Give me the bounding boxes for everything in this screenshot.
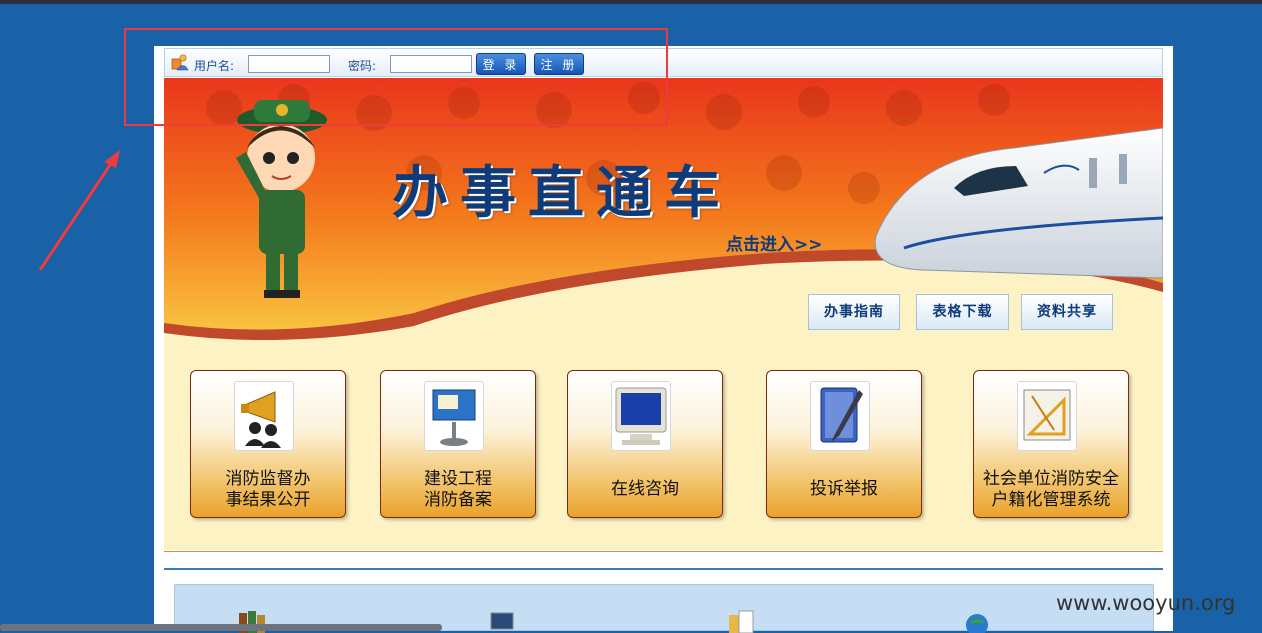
tile-label-line1: 建设工程 (424, 469, 492, 489)
drafting-icon (1017, 381, 1077, 451)
banner-title: 办事直通车 (392, 160, 732, 226)
tile-label-line1: 社会单位消防安全 (983, 469, 1119, 489)
divider (164, 551, 1163, 552)
tile-fire-safety-system[interactable]: 社会单位消防安全 户籍化管理系统 (973, 370, 1129, 518)
annotation-highlight-box (124, 28, 668, 126)
notebook-pen-icon (810, 381, 870, 451)
watermark: www.wooyun.org (1056, 591, 1236, 615)
tile-complaints[interactable]: 投诉举报 (766, 370, 922, 518)
laptop-icon (490, 612, 514, 630)
globe-icon (966, 614, 988, 633)
keynote-icon (424, 381, 484, 451)
quick-link-share[interactable]: 资料共享 (1021, 294, 1113, 330)
window-top-bar (0, 0, 1262, 4)
tile-supervision-results[interactable]: 消防监督办 事结果公开 (190, 370, 346, 518)
tile-label-line1: 在线咨询 (611, 479, 679, 499)
tile-label-line1: 消防监督办 (225, 469, 311, 489)
tile-label-line1: 投诉举报 (810, 479, 878, 499)
quick-link-forms[interactable]: 表格下载 (916, 294, 1009, 330)
tile-online-consult[interactable]: 在线咨询 (567, 370, 723, 518)
enter-link[interactable]: 点击进入>> (726, 230, 823, 255)
megaphone-icon (234, 381, 294, 451)
tile-label-line2: 户籍化管理系统 (991, 490, 1111, 510)
divider (164, 568, 1163, 570)
document-folder-icon (729, 610, 754, 633)
monitor-icon (611, 381, 671, 451)
horizontal-scrollbar[interactable] (0, 624, 442, 631)
tile-label-line2: 事结果公开 (225, 490, 311, 510)
page-container: 用户名: 密码: 登 录 注 册 办事直通车 点击进入>> 办事指南 表格下载 … (154, 46, 1173, 633)
annotation-arrow-icon (38, 150, 120, 271)
service-tiles: 消防监督办 事结果公开 建设工程 消防备案 在线咨询 投诉举报 社会单位消防安全… (164, 340, 1163, 550)
quick-link-guide[interactable]: 办事指南 (808, 294, 900, 330)
tile-construction-filing[interactable]: 建设工程 消防备案 (380, 370, 536, 518)
tile-label-line2: 消防备案 (424, 490, 492, 510)
